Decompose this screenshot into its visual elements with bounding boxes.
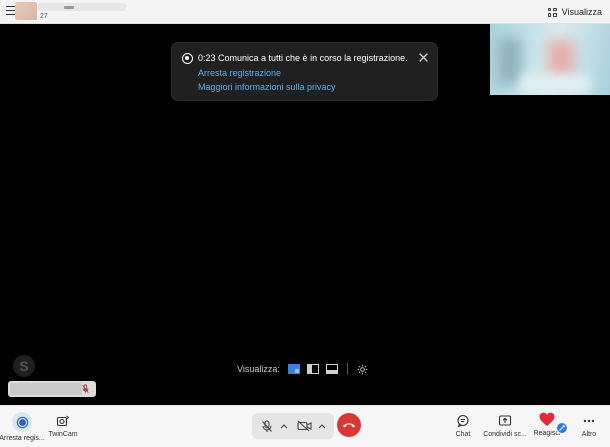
share-screen-label: Condividi sc... (483, 431, 527, 438)
view-button[interactable]: Visualizza (547, 5, 602, 19)
recording-message: 0:23 Comunica a tutti che è in corso la … (198, 53, 408, 63)
mic-options-button[interactable] (278, 413, 290, 439)
share-screen-icon (498, 415, 512, 426)
redaction-mark (64, 6, 74, 9)
participant-name-redacted (10, 383, 82, 395)
twincam-label: TwinCam (48, 431, 78, 438)
record-icon (182, 53, 193, 64)
more-label: Altro (581, 431, 597, 438)
phone-hangup-icon (343, 423, 355, 428)
pen-icon (559, 424, 566, 431)
chat-icon (457, 414, 469, 428)
self-video-preview (490, 24, 610, 95)
video-toggle-button[interactable] (292, 413, 316, 439)
media-controls (252, 413, 334, 439)
mic-off-icon (262, 419, 272, 432)
close-icon[interactable] (418, 52, 429, 63)
privacy-info-link[interactable]: Maggiori informazioni sulla privacy (198, 82, 336, 93)
title-bar: 27 Visualizza (0, 0, 610, 24)
record-icon (12, 412, 32, 432)
chat-button[interactable]: Chat (450, 414, 476, 439)
mic-off-icon (82, 384, 89, 394)
mute-button[interactable] (256, 413, 278, 439)
layout-speaker-icon[interactable] (288, 363, 301, 375)
video-off-icon (296, 420, 312, 432)
layout-sidebar-icon[interactable] (307, 363, 320, 375)
layout-label: Visualizza: (237, 364, 280, 374)
grid-icon (547, 7, 557, 17)
more-button[interactable]: Altro (576, 414, 602, 439)
chevron-up-icon (280, 424, 288, 429)
view-button-label: Visualizza (561, 7, 602, 17)
more-icon (583, 419, 595, 423)
recording-notification: 0:23 Comunica a tutti che è in corso la … (171, 42, 438, 101)
pen-badge (556, 422, 568, 434)
chevron-up-icon (318, 424, 326, 429)
call-time: 27 (40, 13, 48, 20)
camera-icon (56, 415, 70, 427)
settings-icon[interactable] (356, 363, 369, 375)
video-options-button[interactable] (316, 413, 328, 439)
heart-icon (539, 412, 555, 426)
layout-divider (346, 363, 348, 375)
avatar (15, 2, 37, 20)
chat-label: Chat (455, 431, 471, 438)
share-screen-button[interactable]: Condividi sc... (482, 414, 528, 439)
stop-recording-button[interactable]: Arresta regis... (0, 412, 45, 443)
twincam-button[interactable]: TwinCam (46, 414, 80, 439)
conversation-name-redacted (38, 3, 126, 11)
stop-recording-label: Arresta regis... (0, 435, 45, 442)
participant-name-tag (8, 381, 96, 397)
skype-icon: S (13, 355, 35, 377)
layout-filmstrip-icon[interactable] (326, 363, 339, 375)
stop-recording-link[interactable]: Arresta registrazione (198, 68, 281, 79)
hangup-button[interactable] (337, 413, 361, 437)
layout-switcher: Visualizza: (237, 360, 369, 378)
